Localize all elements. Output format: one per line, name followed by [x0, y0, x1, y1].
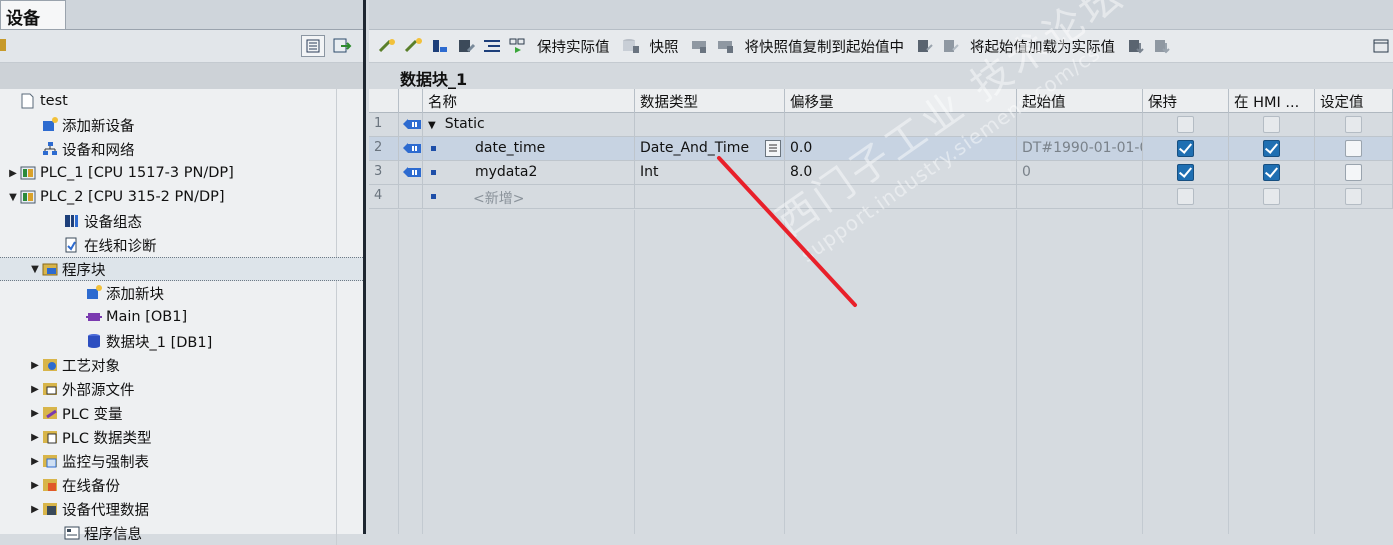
collapse-arrow-icon[interactable]: ▼	[6, 192, 20, 203]
tree-item-label: test	[40, 93, 68, 109]
device-proxy-icon	[42, 501, 58, 517]
left-tabbar: 设备	[0, 0, 363, 30]
tree-item-label: PLC_1 [CPU 1517-3 PN/DP]	[40, 165, 234, 181]
export-icon[interactable]	[332, 37, 352, 55]
tree-item[interactable]: ▶ 设备代理数据	[0, 497, 363, 521]
db-block-icon	[86, 333, 102, 349]
add-device-icon	[42, 117, 58, 133]
add-block-icon	[86, 285, 102, 301]
tree-item-label: 工艺对象	[62, 358, 120, 375]
expand-arrow-icon[interactable]: ▶	[28, 456, 42, 467]
tree-item[interactable]: 添加新设备	[0, 113, 363, 137]
tree-item[interactable]: 程序信息	[0, 521, 363, 545]
expand-arrow-icon[interactable]: ▶	[28, 360, 42, 371]
tree-item[interactable]: ▶ 工艺对象	[0, 353, 363, 377]
tree-item[interactable]: 设备和网络	[0, 137, 363, 161]
tree-item-label: 设备代理数据	[62, 502, 149, 519]
tree-item-label: 监控与强制表	[62, 454, 149, 471]
tab-devices[interactable]: 设备	[0, 0, 66, 30]
collapse-icon[interactable]	[0, 35, 8, 55]
tree-item[interactable]: ▶ 在线备份	[0, 473, 363, 497]
tree-item[interactable]: ▼ PLC_2 [CPU 315-2 PN/DP]	[0, 185, 363, 209]
tree-item[interactable]: ▶ PLC 数据类型	[0, 425, 363, 449]
tree-item[interactable]: ▶ 监控与强制表	[0, 449, 363, 473]
plc-tags-icon	[42, 405, 58, 421]
left-subheader	[0, 63, 363, 89]
tree-item-label: 在线备份	[62, 478, 120, 495]
project-tree-panel: 设备 test 添加新设备设备和网络 ▶ PLC_1 [CPU 1517-3 PN/D…	[0, 0, 366, 545]
collapse-arrow-icon[interactable]: ▼	[28, 264, 42, 275]
expand-arrow-icon[interactable]: ▶	[28, 384, 42, 395]
expand-arrow-icon[interactable]: ▶	[28, 408, 42, 419]
view-toggle-button[interactable]	[301, 35, 325, 57]
external-source-icon	[42, 381, 58, 397]
online-diagnostics-icon	[64, 237, 80, 253]
tree-item[interactable]: Main [OB1]	[0, 305, 363, 329]
tree-item-label: 数据块_1 [DB1]	[106, 334, 213, 351]
tree-item[interactable]: ▼ 程序块	[0, 257, 363, 281]
tree-item[interactable]: ▶ PLC_1 [CPU 1517-3 PN/DP]	[0, 161, 363, 185]
expand-arrow-icon[interactable]: ▶	[28, 432, 42, 443]
plc-icon	[20, 189, 36, 205]
network-icon	[42, 141, 58, 157]
tree-item[interactable]: ▶ PLC 变量	[0, 401, 363, 425]
tree-item[interactable]: 添加新块	[0, 281, 363, 305]
tree-item[interactable]: test	[0, 89, 363, 113]
ob-block-icon	[86, 309, 102, 325]
expand-arrow-icon[interactable]: ▶	[28, 480, 42, 491]
technology-objects-icon	[42, 357, 58, 373]
tree-item-label: 在线和诊断	[84, 238, 157, 255]
tree-item-label: 程序信息	[84, 526, 142, 543]
tree-item[interactable]: 设备组态	[0, 209, 363, 233]
program-blocks-icon	[42, 261, 58, 277]
list-view-icon	[306, 39, 320, 53]
project-tree: test 添加新设备设备和网络 ▶ PLC_1 [CPU 1517-3 PN/DP] ▼…	[0, 89, 363, 545]
annotation-red-line	[717, 156, 857, 307]
tree-item[interactable]: ▶ 外部源文件	[0, 377, 363, 401]
expand-arrow-icon[interactable]: ▶	[28, 504, 42, 515]
tree-item-label: PLC 数据类型	[62, 430, 152, 447]
tree-item-label: 添加新块	[106, 286, 164, 303]
annotation-overlay	[717, 156, 857, 307]
tree-item[interactable]: 数据块_1 [DB1]	[0, 329, 363, 353]
tree-item-label: PLC_2 [CPU 315-2 PN/DP]	[40, 189, 225, 205]
program-info-icon	[64, 525, 80, 541]
device-config-icon	[64, 213, 80, 229]
watch-force-table-icon	[42, 453, 58, 469]
db-editor-panel: 保持实际值 快照 将快照值复制到起始值中 将起始值加载为实际值 数据块_1 名称…	[369, 0, 1393, 534]
tree-item-label: 添加新设备	[62, 118, 135, 135]
plc-icon	[20, 165, 36, 181]
left-toolbar	[0, 29, 363, 63]
tree-item-label: PLC 变量	[62, 406, 123, 423]
tree-item[interactable]: 在线和诊断	[0, 233, 363, 257]
tree-item-label: 设备和网络	[62, 142, 135, 159]
tree-item-label: 程序块	[62, 262, 106, 279]
expand-arrow-icon[interactable]: ▶	[6, 168, 20, 179]
plc-datatypes-icon	[42, 429, 58, 445]
tree-item-label: Main [OB1]	[106, 309, 188, 325]
online-backup-icon	[42, 477, 58, 493]
tree-item-label: 外部源文件	[62, 382, 135, 399]
project-file-icon	[20, 93, 36, 109]
tree-item-label: 设备组态	[84, 214, 142, 231]
